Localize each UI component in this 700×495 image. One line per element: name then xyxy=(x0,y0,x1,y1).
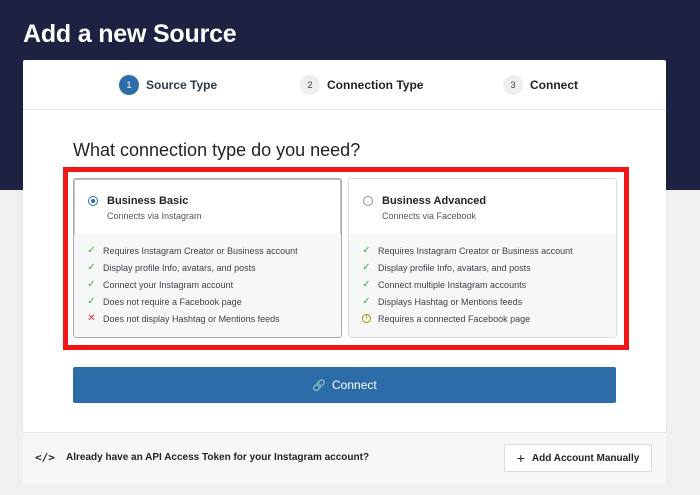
feature-item: ✓ Display profile Info, avatars, and post… xyxy=(87,259,341,276)
feature-list: ✓ Requires Instagram Creator or Business … xyxy=(74,234,341,337)
code-icon: </> xyxy=(35,451,55,464)
check-icon: ✓ xyxy=(362,245,371,256)
step-number: 1 xyxy=(119,75,139,95)
feature-text: Connect multiple Instagram accounts xyxy=(378,279,527,290)
feature-item: ✓ Requires Instagram Creator or Business … xyxy=(362,242,616,259)
feature-text: Connect your Instagram account xyxy=(103,279,234,290)
feature-text: Displays Hashtag or Mentions feeds xyxy=(378,296,523,307)
option-business-basic[interactable]: Business Basic Connects via Instagram ✓ R… xyxy=(73,178,342,338)
feature-item: ✓ Requires Instagram Creator or Business … xyxy=(87,242,341,259)
option-header: Business Basic Connects via Instagram xyxy=(74,179,341,234)
feature-item: ✓ Displays Hashtag or Mentions feeds xyxy=(362,293,616,310)
feature-text: Display profile Info, avatars, and posts xyxy=(103,262,256,273)
feature-text: Requires a connected Facebook page xyxy=(378,313,531,324)
step-label: Connection Type xyxy=(327,78,424,92)
connection-question: What connection type do you need? xyxy=(73,140,361,160)
info-icon: ! xyxy=(362,314,371,323)
step-connection-type[interactable]: 2 Connection Type xyxy=(300,74,423,96)
step-number: 2 xyxy=(300,75,320,95)
feature-item: ✓ Connect multiple Instagram accounts xyxy=(362,276,616,293)
check-icon: ✓ xyxy=(362,296,371,307)
feature-text: Does not display Hashtag or Mentions fee… xyxy=(103,313,280,324)
stepper: 1 Source Type 2 Connection Type 3 Connec… xyxy=(23,60,666,110)
feature-text: Display profile Info, avatars, and posts xyxy=(378,262,531,273)
connect-button[interactable]: 🔗 Connect xyxy=(73,367,616,403)
cross-icon: ✕ xyxy=(87,313,96,324)
check-icon: ✓ xyxy=(87,279,96,290)
radio-business-advanced[interactable] xyxy=(363,196,373,206)
link-icon: 🔗 xyxy=(312,379,326,392)
radio-business-basic[interactable] xyxy=(88,196,98,206)
feature-item: ✓ Does not require a Facebook page xyxy=(87,293,341,310)
option-subtitle: Connects via Instagram xyxy=(107,211,202,221)
option-subtitle: Connects via Facebook xyxy=(382,211,477,221)
plus-icon: + xyxy=(516,450,525,466)
step-label: Connect xyxy=(530,78,578,92)
feature-item: ✓ Display profile Info, avatars, and post… xyxy=(362,259,616,276)
check-icon: ✓ xyxy=(87,262,96,273)
check-icon: ✓ xyxy=(87,245,96,256)
feature-text: Requires Instagram Creator or Business a… xyxy=(103,245,298,256)
feature-list: ✓ Requires Instagram Creator or Business … xyxy=(349,234,616,337)
feature-item: ✕ Does not display Hashtag or Mentions fe… xyxy=(87,310,341,327)
connection-options: Business Basic Connects via Instagram ✓ R… xyxy=(73,178,621,338)
feature-item: ✓ Connect your Instagram account xyxy=(87,276,341,293)
check-icon: ✓ xyxy=(362,279,371,290)
add-account-label: Add Account Manually xyxy=(531,452,640,464)
footer-text: Already have an API Access Token for you… xyxy=(66,452,370,463)
option-title: Business Basic xyxy=(107,195,189,207)
add-account-manually-button[interactable]: + Add Account Manually xyxy=(504,444,652,472)
wizard-card: 1 Source Type 2 Connection Type 3 Connec… xyxy=(23,60,666,432)
option-header: Business Advanced Connects via Facebook xyxy=(349,179,616,234)
feature-item: ! Requires a connected Facebook page xyxy=(362,310,616,327)
feature-text: Requires Instagram Creator or Business a… xyxy=(378,245,573,256)
check-icon: ✓ xyxy=(362,262,371,273)
connect-label: Connect xyxy=(332,378,377,392)
check-icon: ✓ xyxy=(87,296,96,307)
manual-token-footer: </> Already have an API Access Token for… xyxy=(23,432,666,484)
option-title: Business Advanced xyxy=(382,195,487,207)
step-label: Source Type xyxy=(146,78,218,92)
option-business-advanced[interactable]: Business Advanced Connects via Facebook … xyxy=(348,178,617,338)
page-title: Add a new Source xyxy=(23,20,237,48)
step-connect[interactable]: 3 Connect xyxy=(503,74,578,96)
step-number: 3 xyxy=(503,75,523,95)
step-source-type[interactable]: 1 Source Type xyxy=(119,74,217,96)
feature-text: Does not require a Facebook page xyxy=(103,296,242,307)
